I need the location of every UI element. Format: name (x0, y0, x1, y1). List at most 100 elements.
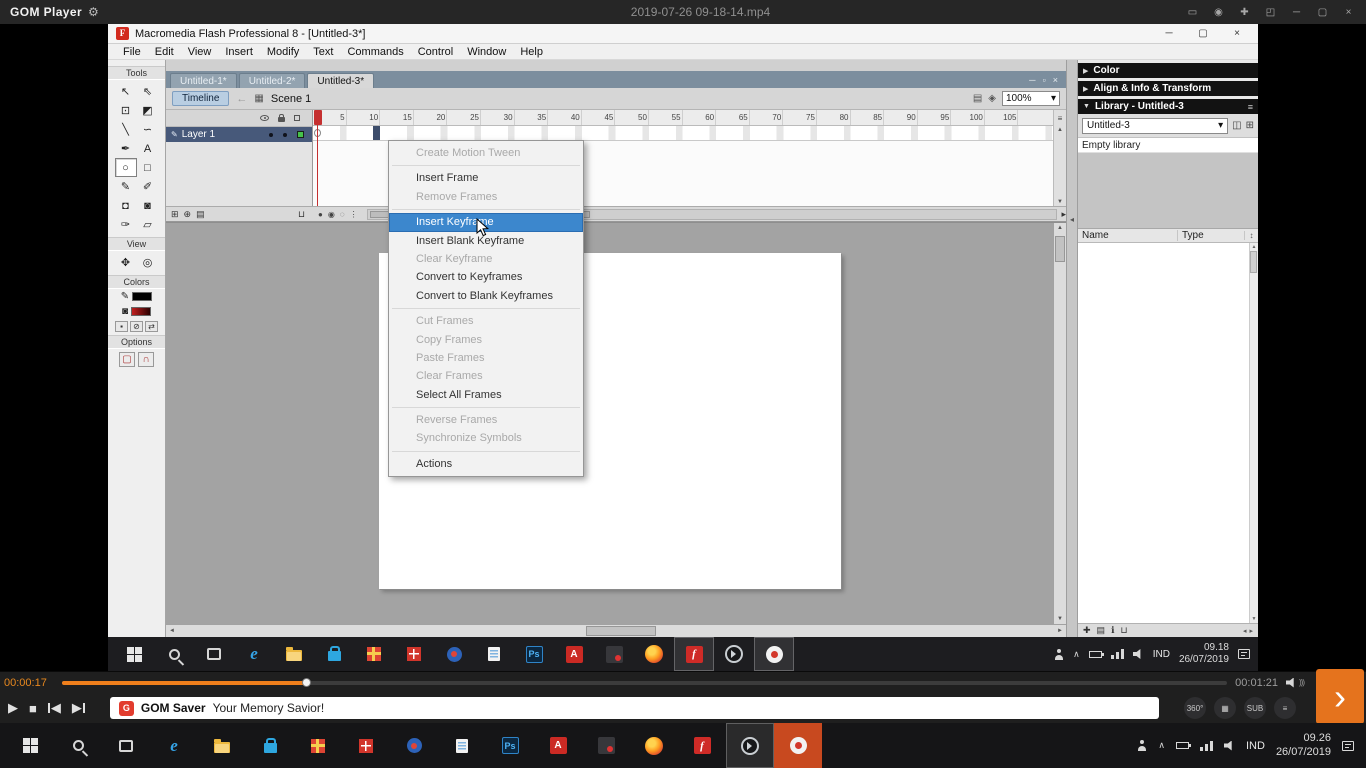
layer-row[interactable]: ✎ Layer 1 (166, 127, 312, 142)
library-scrollbar[interactable]: ▲ ▼ (1249, 243, 1258, 623)
clock[interactable]: 09.18 26/07/2019 (1179, 642, 1229, 666)
context-item-paste-frames[interactable]: Paste Frames (389, 349, 583, 367)
doc-close-button[interactable]: × (1053, 75, 1058, 85)
taskbar-icon-firefox[interactable] (630, 723, 678, 768)
scroll-down-icon[interactable]: ▼ (1057, 616, 1063, 622)
line-tool[interactable]: ╲ (115, 120, 137, 139)
scroll-up-icon[interactable]: ▲ (1057, 127, 1063, 133)
volume-icon[interactable] (1132, 649, 1141, 659)
people-icon[interactable] (1054, 648, 1064, 660)
scroll-up-icon[interactable]: ▲ (1057, 225, 1063, 231)
tool-option-button-1[interactable]: ∩ (138, 352, 154, 367)
outline-layers-icon[interactable] (294, 115, 300, 121)
next-button-transport[interactable]: ▶ (72, 700, 85, 716)
taskbar-icon-adobe-app[interactable]: A (554, 637, 594, 671)
taskbar-icon-media-app[interactable] (582, 723, 630, 768)
taskbar-icon-task-view[interactable] (194, 637, 234, 671)
scroll-right-icon[interactable]: ► (1057, 628, 1063, 634)
library-item-list[interactable]: ▲ ▼ (1078, 243, 1258, 623)
stop-button[interactable]: ■ (29, 701, 37, 716)
delete-layer-icon[interactable]: ⊔ (298, 209, 305, 220)
gradient-transform-tool[interactable]: ◩ (137, 101, 159, 120)
tray-expand-icon[interactable]: ∧ (1073, 649, 1080, 660)
battery-icon[interactable] (1175, 742, 1191, 749)
scroll-down-icon[interactable]: ▼ (1252, 616, 1257, 622)
onion-skin-icon-1[interactable]: ◉ (328, 210, 335, 219)
close-button[interactable]: × (1337, 4, 1360, 21)
library-document-select[interactable]: Untitled-3 ▾ (1082, 117, 1229, 134)
taskbar-icon-photoshop[interactable]: Ps (486, 723, 534, 768)
delete-item-icon[interactable]: ⊔ (1120, 625, 1127, 636)
panel-splitter[interactable]: ◂ (1066, 60, 1078, 637)
stage-vertical-scrollbar[interactable]: ▲ ▼ (1053, 223, 1066, 624)
hand-tool[interactable]: ✥ (115, 253, 137, 272)
column-name[interactable]: Name (1078, 230, 1178, 241)
eyedropper-tool[interactable]: ✑ (115, 215, 137, 234)
edit-scene-icon[interactable]: ▤ (973, 93, 982, 104)
menu-modify[interactable]: Modify (260, 46, 306, 58)
tool-option-button-0[interactable]: ▢ (119, 352, 135, 367)
context-item-convert-to-blank-keyframes[interactable]: Convert to Blank Keyframes (389, 287, 583, 305)
menu-file[interactable]: File (116, 46, 148, 58)
taskbar-icon-gom-cam[interactable] (754, 637, 794, 671)
selection-tool[interactable]: ↖ (115, 82, 137, 101)
stage-area[interactable]: ▲ ▼ (166, 222, 1066, 624)
panel-toggle-button[interactable]: ▭ (1181, 4, 1204, 21)
pin-library-icon[interactable]: ◫ (1232, 120, 1241, 131)
taskbar-icon-edge[interactable]: e (234, 637, 274, 671)
doc-restore-button[interactable]: ▫ (1043, 75, 1046, 85)
menu-commands[interactable]: Commands (340, 46, 410, 58)
taskbar-icon-search[interactable] (154, 637, 194, 671)
context-item-clear-keyframe[interactable]: Clear Keyframe (389, 250, 583, 268)
layer-outline-color[interactable] (297, 131, 304, 138)
fullscreen-button[interactable]: ◰ (1259, 4, 1282, 21)
tab-untitled-2[interactable]: Untitled-2* (238, 73, 306, 88)
context-item-copy-frames[interactable]: Copy Frames (389, 331, 583, 349)
align-info-transform-panel-header[interactable]: ▶ Align & Info & Transform (1078, 81, 1258, 96)
menu-insert[interactable]: Insert (218, 46, 260, 58)
collapse-panels-icon[interactable]: ◂ (1070, 215, 1074, 224)
menu-edit[interactable]: Edit (148, 46, 181, 58)
scroll-left-icon[interactable]: ◄ (169, 628, 175, 634)
menu-control[interactable]: Control (411, 46, 460, 58)
seek-bar[interactable] (62, 677, 1228, 687)
taskbar-icon-gift-app[interactable] (354, 637, 394, 671)
control-settings-button[interactable]: ≡ (1274, 697, 1296, 719)
context-item-select-all-frames[interactable]: Select All Frames (389, 386, 583, 404)
scroll-left-icon[interactable]: ◂ (1243, 627, 1247, 635)
language-indicator[interactable]: IND (1153, 649, 1170, 660)
network-icon[interactable] (1199, 740, 1213, 751)
taskbar-icon-grid-app[interactable] (394, 637, 434, 671)
taskbar-icon-store[interactable] (314, 637, 354, 671)
taskbar-icon-file-explorer[interactable] (274, 637, 314, 671)
layer-visibility-dot[interactable] (269, 132, 273, 137)
menu-view[interactable]: View (181, 46, 219, 58)
open-file-button[interactable]: ✚ (1233, 4, 1256, 21)
taskbar-icon-notes-app[interactable] (438, 723, 486, 768)
volume-icon[interactable] (1223, 740, 1232, 751)
doc-minimize-button[interactable]: ─ (1029, 75, 1035, 85)
context-item-actions[interactable]: Actions (389, 455, 583, 473)
minimize-button[interactable]: ─ (1285, 4, 1308, 21)
context-item-convert-to-keyframes[interactable]: Convert to Keyframes (389, 268, 583, 286)
stroke-color-swatch[interactable] (132, 292, 153, 301)
paint-bucket-tool[interactable]: ◙ (137, 196, 159, 215)
color-option-button-2[interactable]: ⇄ (145, 321, 158, 332)
menu-window[interactable]: Window (460, 46, 513, 58)
taskbar-icon-badge-app[interactable] (390, 723, 438, 768)
play-button[interactable]: ▶ (8, 700, 18, 716)
taskbar-icon-store[interactable] (246, 723, 294, 768)
fill-color-swatch[interactable] (131, 307, 152, 316)
layer-lock-dot[interactable] (283, 132, 287, 137)
people-icon[interactable] (1137, 740, 1147, 751)
maximize-button[interactable]: ▢ (1311, 4, 1334, 21)
stage-hscroll-thumb[interactable] (586, 626, 656, 636)
context-item-insert-frame[interactable]: Insert Frame (389, 169, 583, 187)
taskbar-icon-badge-app[interactable] (434, 637, 474, 671)
oval-tool[interactable]: ○ (114, 158, 137, 177)
insert-folder-icon[interactable]: ▤ (196, 209, 205, 220)
new-folder-icon[interactable]: ▤ (1097, 625, 1106, 636)
scroll-down-icon[interactable]: ▼ (1057, 199, 1063, 205)
onion-skin-icon-3[interactable]: ⋮ (350, 210, 358, 219)
view-360-button[interactable]: 360° (1184, 697, 1206, 719)
